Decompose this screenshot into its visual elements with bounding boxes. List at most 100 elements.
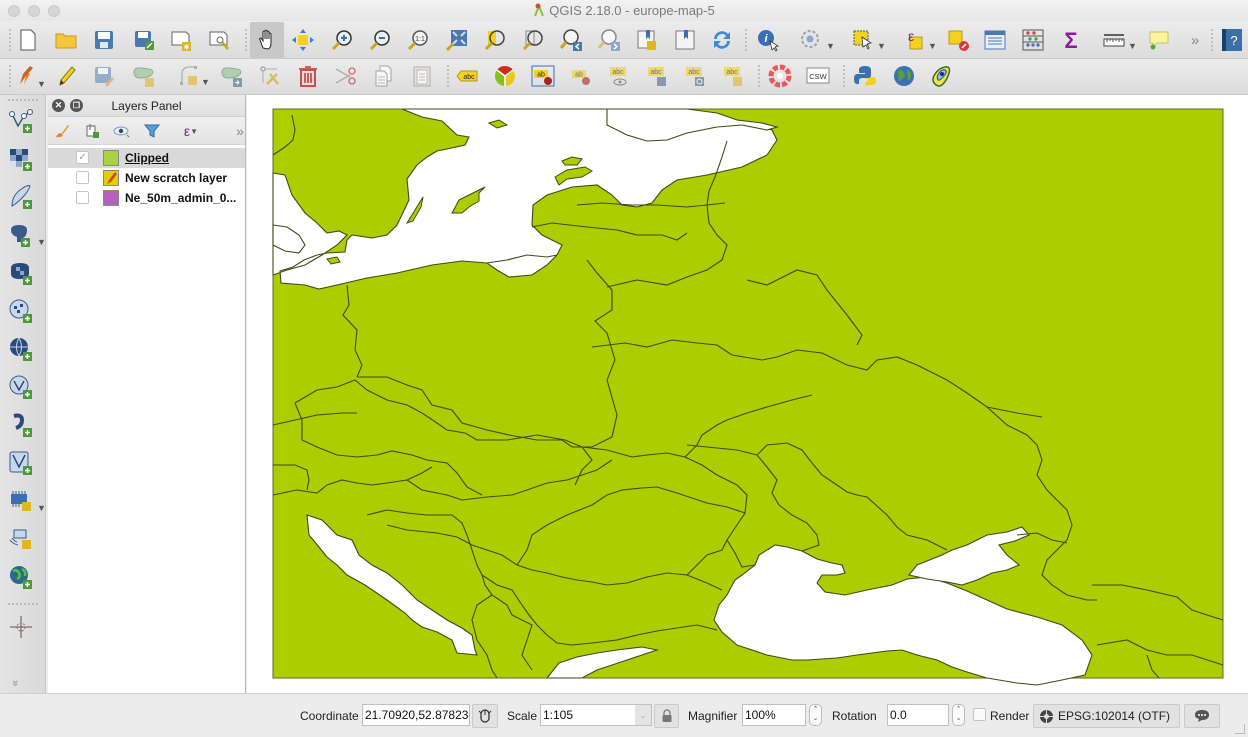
statistical-summary-button[interactable]: Σ [1057,26,1085,54]
chevron-down-icon[interactable]: ▼ [37,237,46,247]
toolbar-grip[interactable] [758,65,762,87]
toggle-editing-button[interactable] [52,62,80,90]
zoom-to-selection-button[interactable] [481,26,509,54]
zoom-last-button[interactable] [557,26,585,54]
new-bookmark-button[interactable] [633,26,661,54]
change-label-button[interactable]: abc [719,62,747,90]
crs-button[interactable]: EPSG:102014 (OTF) [1033,704,1180,728]
add-wfs-layer-button[interactable] [4,371,38,403]
heatmap-button[interactable] [927,62,955,90]
toolbar-grip[interactable] [9,29,13,51]
add-virtual-layer-button[interactable] [4,409,38,441]
toggle-extents-button[interactable] [472,704,498,728]
move-label-button[interactable]: abc [643,62,671,90]
layer-labeling-button[interactable]: abc [453,62,481,90]
map-tips-button[interactable] [1145,26,1173,54]
new-project-button[interactable] [14,26,42,54]
save-project-as-button[interactable] [130,26,158,54]
zoom-to-layer-button[interactable] [519,26,547,54]
save-layer-edits-button[interactable] [90,62,118,90]
layer-visibility-checkbox[interactable] [76,191,89,204]
layer-visibility-checkbox[interactable] [76,171,89,184]
paste-features-button[interactable] [408,62,436,90]
zoom-full-button[interactable] [443,26,471,54]
chevron-down-icon[interactable]: ▼ [37,503,46,513]
add-arcgis-layer-button[interactable] [4,561,38,593]
toolbar-grip[interactable] [843,65,847,87]
open-attribute-table-button[interactable] [981,26,1009,54]
move-feature-button[interactable] [218,62,246,90]
toolbar-grip[interactable] [745,29,749,51]
toolbar-grip[interactable] [1211,29,1215,51]
add-delimited-text-layer-button[interactable] [4,181,38,213]
magnifier-spinner[interactable]: ⌃ ⌄ [809,704,822,726]
chevron-down-icon[interactable]: ▼ [928,41,937,51]
globe-button[interactable] [890,62,918,90]
toolbar-grip[interactable] [9,65,13,87]
rotate-label-button[interactable]: abc [681,62,709,90]
highlight-pinned-labels-button[interactable]: ab [567,62,595,90]
coordinate-field[interactable]: 21.70920,52.87823 [362,704,470,726]
pan-map-button[interactable] [250,22,284,58]
zoom-next-button[interactable] [595,26,623,54]
add-wms-layer-button[interactable] [4,295,38,327]
show-hide-labels-button[interactable]: abc [605,62,633,90]
manage-visibility-button[interactable] [112,122,132,140]
chevron-down-icon[interactable]: ▼ [826,41,835,51]
add-raster-layer-button[interactable] [4,143,38,175]
composer-manager-button[interactable] [205,26,233,54]
add-circular-string-button[interactable] [176,62,204,90]
chevron-double-down-icon[interactable]: » [9,680,21,686]
add-oracle-layer-button[interactable] [4,447,38,479]
pan-to-selection-button[interactable] [289,26,317,54]
pin-labels-button[interactable]: ab [529,62,557,90]
render-checkbox[interactable] [973,708,986,721]
gps-tool-button[interactable] [766,62,794,90]
deselect-all-button[interactable] [944,26,972,54]
run-feature-action-button[interactable] [797,26,825,54]
identify-features-button[interactable]: i [754,26,782,54]
rotation-field[interactable]: 0.0 [887,704,949,726]
scale-combobox[interactable]: 1:105 ⌄ [540,704,652,726]
add-vector-layer-button[interactable] [4,105,38,137]
zoom-in-button[interactable] [328,26,356,54]
csw-metasearch-button[interactable]: CSW [804,62,832,90]
field-calculator-button[interactable] [1019,26,1047,54]
add-postgis-layer-button[interactable] [4,219,38,251]
add-feature-button[interactable] [130,62,158,90]
filter-by-expression-button[interactable]: ε ▼ [176,122,206,140]
cut-features-button[interactable] [332,62,360,90]
select-by-expression-button[interactable]: ε [899,26,927,54]
node-tool-button[interactable] [256,62,284,90]
resize-grip[interactable] [1235,724,1245,734]
zoom-native-button[interactable]: 1:1 [404,26,432,54]
lock-scale-button[interactable] [654,704,679,728]
delete-selected-button[interactable] [294,62,322,90]
show-bookmarks-button[interactable] [671,26,699,54]
toolbar-grip[interactable] [8,99,38,101]
coordinate-capture-button[interactable] [4,611,38,643]
toolbar-grip[interactable] [8,603,38,605]
chevron-down-icon[interactable]: ▼ [1128,41,1137,51]
layer-item-new-scratch-layer[interactable]: New scratch layer [48,168,245,188]
more-tools-button[interactable]: » [1181,26,1209,54]
add-spatialite-layer-button[interactable] [4,257,38,289]
layer-visibility-checkbox[interactable]: ✓ [76,151,89,164]
add-gps-layer-button[interactable] [4,523,38,555]
zoom-out-button[interactable] [366,26,394,54]
chevron-down-icon[interactable]: ⌄ [635,705,651,725]
select-features-button[interactable] [849,26,877,54]
messages-button[interactable] [1184,704,1220,728]
style-manager-button[interactable] [52,122,72,140]
rotation-spinner[interactable]: ⌃ ⌄ [952,704,965,726]
chevron-down-icon[interactable]: ▼ [37,79,46,89]
chevron-down-icon[interactable]: ▼ [201,77,210,87]
add-group-button[interactable] [82,122,102,140]
toolbar-grip[interactable] [447,65,451,87]
layer-diagram-button[interactable] [491,62,519,90]
refresh-button[interactable] [708,26,736,54]
help-button[interactable]: ? [1217,26,1245,54]
filter-legend-button[interactable] [142,122,162,140]
magnifier-field[interactable]: 100% [742,704,806,726]
map-canvas[interactable] [247,95,1248,693]
